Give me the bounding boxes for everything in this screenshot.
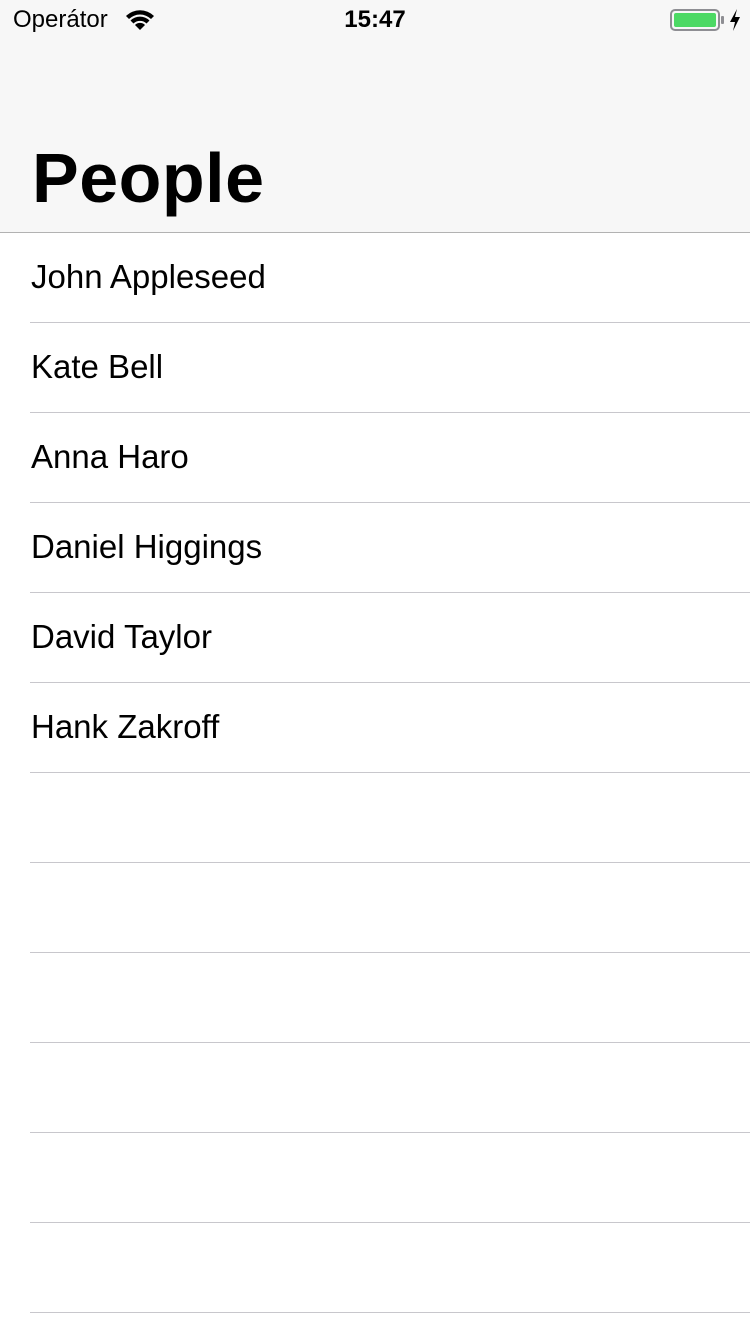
person-name: Kate Bell [31,348,164,385]
empty-list-row [0,953,750,1043]
list-item[interactable]: Daniel Higgings [0,503,750,593]
list-item[interactable]: Hank Zakroff [0,683,750,773]
person-name: Anna Haro [31,438,189,475]
person-name: Daniel Higgings [31,528,263,565]
list-item[interactable]: Kate Bell [0,323,750,413]
person-name: John Appleseed [31,258,266,295]
page-title: People [32,139,265,217]
empty-list-row [0,1133,750,1223]
people-list[interactable]: John Appleseed Kate Bell Anna Haro Daniel H… [0,233,750,1313]
empty-list-row [0,773,750,863]
battery-charging-icon [670,9,724,31]
list-item[interactable]: Anna Haro [0,413,750,503]
list-item[interactable]: David Taylor [0,593,750,683]
empty-list-row [0,863,750,953]
charging-bolt-icon [730,9,740,31]
navigation-bar: Operátor 15:47 People [0,0,750,233]
status-time: 15:47 [344,6,406,33]
status-bar: Operátor 15:47 [0,0,750,40]
person-name: Hank Zakroff [31,708,220,745]
person-name: David Taylor [31,618,212,655]
empty-list-row [0,1043,750,1133]
list-item[interactable]: John Appleseed [0,233,750,323]
empty-list-row [0,1223,750,1313]
